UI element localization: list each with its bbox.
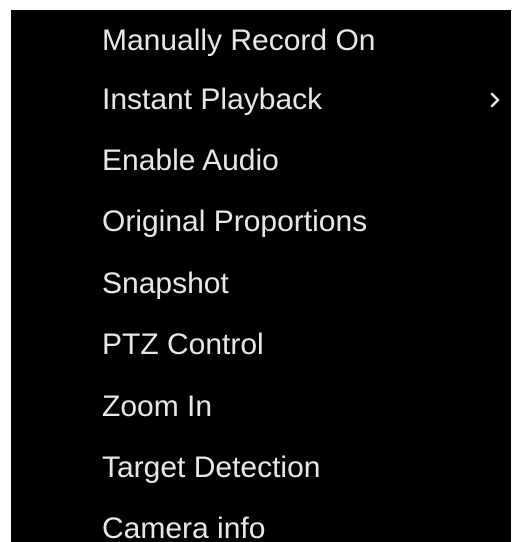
- menu-item-label: Original Proportions: [102, 205, 368, 238]
- menu-item-label: Instant Playback: [102, 83, 323, 116]
- menu-item-manually-record-on[interactable]: Manually Record On: [11, 10, 511, 72]
- menu-item-label: Target Detection: [102, 451, 321, 484]
- menu-item-zoom-in[interactable]: Zoom In: [11, 376, 511, 438]
- menu-item-label: Camera info: [102, 512, 266, 542]
- menu-item-enable-audio[interactable]: Enable Audio: [11, 130, 511, 192]
- menu-item-camera-info[interactable]: Camera info: [11, 498, 511, 542]
- menu-item-label: Snapshot: [102, 267, 229, 300]
- menu-item-ptz-control[interactable]: PTZ Control: [11, 314, 511, 376]
- menu-item-label: PTZ Control: [102, 328, 264, 361]
- menu-item-snapshot[interactable]: Snapshot: [11, 253, 511, 315]
- chevron-right-icon: [490, 92, 500, 108]
- menu-item-original-proportions[interactable]: Original Proportions: [11, 191, 511, 253]
- menu-item-instant-playback[interactable]: Instant Playback: [11, 69, 511, 131]
- menu-item-label: Enable Audio: [102, 144, 279, 177]
- menu-item-target-detection[interactable]: Target Detection: [11, 437, 511, 499]
- menu-item-label: Zoom In: [102, 390, 213, 423]
- menu-item-label: Manually Record On: [102, 24, 376, 57]
- context-menu: Manually Record On Instant Playback Enab…: [11, 10, 511, 542]
